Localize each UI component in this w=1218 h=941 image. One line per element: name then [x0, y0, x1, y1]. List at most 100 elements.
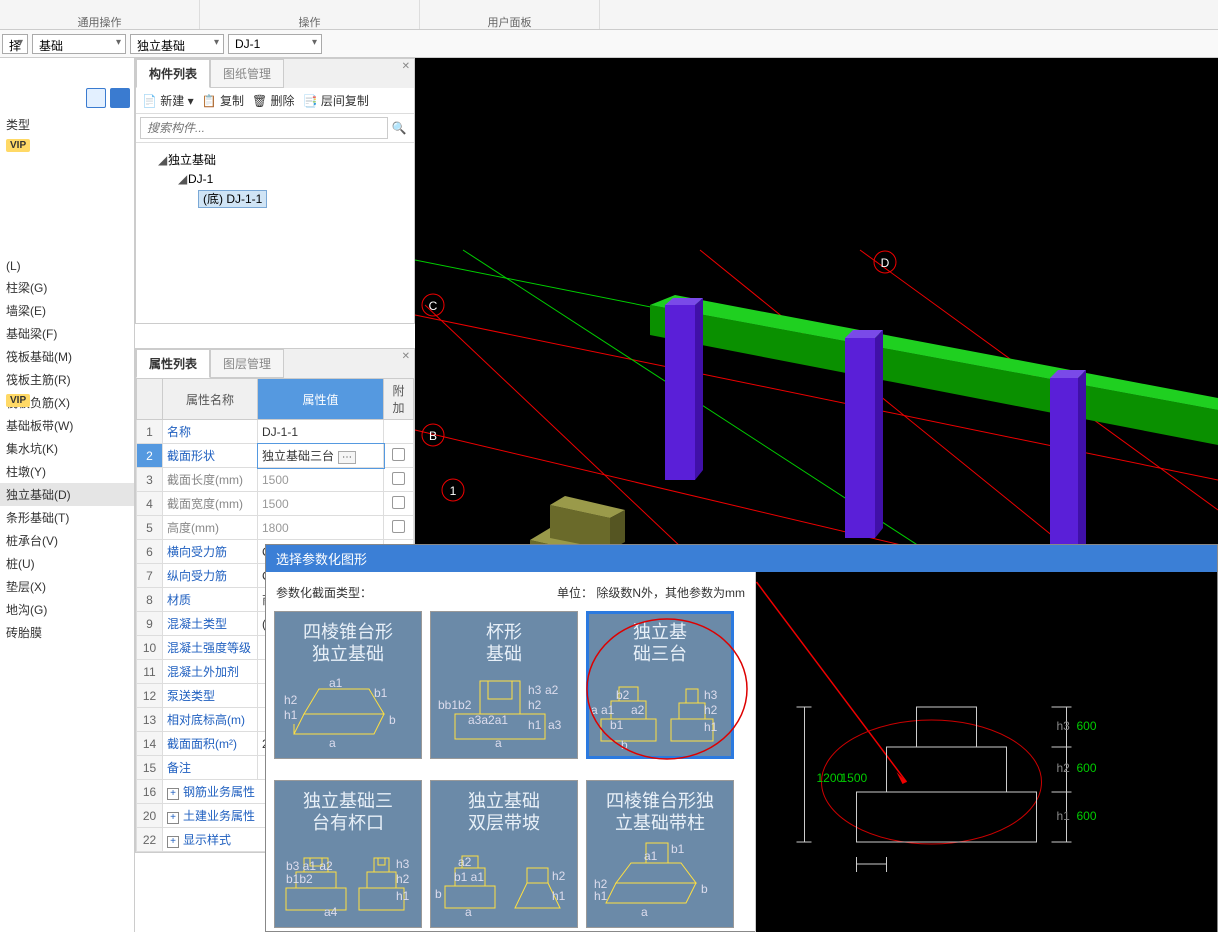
- svg-text:D: D: [881, 256, 890, 270]
- shape-selector-dialog: 选择参数化图形 参数化截面类型： 单位： 除级数N外，其他参数为mm 四棱锥台形…: [265, 544, 1218, 932]
- property-row[interactable]: 2截面形状独立基础三台⋯: [137, 444, 414, 468]
- nav-item[interactable]: 独立基础(D): [0, 483, 134, 506]
- svg-text:a: a: [465, 905, 472, 918]
- left-sidebar: 类型 VIP (L)柱梁(G)墙梁(E)基础梁(F)筏板基础(M)筏板主筋(R)…: [0, 58, 135, 932]
- unit-note: 单位： 除级数N外，其他参数为mm: [557, 584, 745, 601]
- svg-text:a a1: a a1: [591, 703, 615, 717]
- copy-button[interactable]: 📋 复制: [202, 92, 244, 109]
- svg-text:a1: a1: [644, 849, 658, 863]
- delete-button[interactable]: 🗑 删除: [252, 92, 295, 109]
- svg-text:a1: a1: [329, 676, 343, 690]
- svg-text:h2: h2: [552, 869, 566, 883]
- shape-type-label: 参数化截面类型：: [276, 584, 372, 601]
- nav-item[interactable]: (L): [0, 256, 134, 276]
- svg-text:b1 a1: b1 a1: [454, 870, 484, 884]
- nav-item[interactable]: 墙梁(E): [0, 299, 134, 322]
- panel-close-icon[interactable]: ✕: [402, 61, 410, 72]
- search-icon[interactable]: 🔍: [388, 117, 410, 139]
- combo-instance[interactable]: DJ-1: [228, 34, 322, 54]
- svg-text:b2: b2: [616, 688, 630, 702]
- nav-item[interactable]: 砖胎膜: [0, 621, 134, 644]
- col-extra: 附加: [384, 379, 414, 420]
- svg-text:1500: 1500: [841, 771, 868, 785]
- svg-text:h1: h1: [704, 720, 718, 734]
- svg-text:h3: h3: [704, 688, 718, 702]
- svg-text:b3 a1 a2: b3 a1 a2: [286, 859, 333, 873]
- combo-select[interactable]: 择: [2, 34, 28, 54]
- shape-option[interactable]: 四棱锥台形独立基础h1h2aba1b1: [274, 611, 422, 759]
- floor-copy-button[interactable]: 📑 层间复制: [303, 92, 369, 109]
- tree-dj1[interactable]: ◢DJ-1: [140, 170, 410, 188]
- component-panel: 构件列表 图纸管理 ✕ 📄 新建 ▾ 📋 复制 🗑 删除 📑 层间复制 🔍 ◢独…: [135, 58, 415, 324]
- nav-item[interactable]: 筏板基础(M): [0, 345, 134, 368]
- svg-text:b: b: [435, 887, 442, 901]
- shape-option[interactable]: 四棱锥台形独立基础带柱h2h1abb1a1: [586, 780, 734, 928]
- tab-component-list[interactable]: 构件列表: [136, 59, 210, 88]
- ribbon: 通用操作 操作 用户面板: [0, 0, 1218, 30]
- search-input[interactable]: [140, 117, 388, 139]
- nav-list: (L)柱梁(G)墙梁(E)基础梁(F)筏板基础(M)筏板主筋(R)筏板负筋(X)…: [0, 254, 134, 646]
- svg-text:h1: h1: [552, 889, 566, 903]
- svg-text:h3: h3: [1057, 719, 1071, 733]
- shape-option[interactable]: 独立基础三台有杯口b3 a1 a2b1b2a4h3h2h1: [274, 780, 422, 928]
- property-row[interactable]: 5高度(mm)1800: [137, 516, 414, 540]
- svg-text:h1: h1: [396, 889, 410, 903]
- combo-type[interactable]: 独立基础: [130, 34, 224, 54]
- svg-text:h3: h3: [528, 683, 542, 697]
- list-view-icon[interactable]: [86, 88, 106, 108]
- svg-text:a2: a2: [631, 703, 645, 717]
- svg-text:h2: h2: [396, 872, 410, 886]
- nav-item[interactable]: 桩承台(V): [0, 529, 134, 552]
- svg-text:b: b: [621, 738, 628, 749]
- svg-text:600: 600: [1077, 761, 1097, 775]
- shape-option[interactable]: 独立基础双层带坡ba2b1 a1ah2h1: [430, 780, 578, 928]
- property-row[interactable]: 3截面长度(mm)1500: [137, 468, 414, 492]
- grid-view-icon[interactable]: [110, 88, 130, 108]
- tab-layer-mgmt[interactable]: 图层管理: [210, 349, 284, 378]
- svg-text:a: a: [641, 905, 648, 918]
- vip-badge: VIP: [6, 139, 30, 152]
- property-row[interactable]: 1名称DJ-1-1: [137, 420, 414, 444]
- vip-badge-2: VIP: [6, 394, 30, 407]
- nav-item[interactable]: 基础板带(W): [0, 414, 134, 437]
- nav-item[interactable]: 地沟(G): [0, 598, 134, 621]
- shape-grid: 四棱锥台形独立基础h1h2aba1b1杯形基础bb1b2a3a2a1h3h2h1…: [274, 611, 747, 941]
- svg-text:b: b: [701, 882, 708, 896]
- dialog-title: 选择参数化图形: [266, 545, 1217, 572]
- svg-text:h3: h3: [396, 857, 410, 871]
- shape-option[interactable]: 杯形基础bb1b2a3a2a1h3h2h1a2a3a: [430, 611, 578, 759]
- nav-item[interactable]: 基础梁(F): [0, 322, 134, 345]
- svg-text:1200: 1200: [817, 771, 844, 785]
- new-button[interactable]: 📄 新建 ▾: [142, 92, 194, 109]
- nav-item[interactable]: 集水坑(K): [0, 437, 134, 460]
- nav-item[interactable]: 筏板主筋(R): [0, 368, 134, 391]
- combo-category[interactable]: 基础: [32, 34, 126, 54]
- svg-text:C: C: [429, 299, 438, 313]
- svg-text:600: 600: [1077, 809, 1097, 823]
- tab-drawing-mgmt[interactable]: 图纸管理: [210, 59, 284, 88]
- svg-text:b1: b1: [374, 686, 388, 700]
- svg-text:h2: h2: [528, 698, 542, 712]
- context-toolbar: 择 基础 独立基础 DJ-1: [0, 30, 1218, 58]
- nav-item[interactable]: 柱梁(G): [0, 276, 134, 299]
- svg-text:h2: h2: [1057, 761, 1071, 775]
- ribbon-group-user: 用户面板: [488, 14, 532, 30]
- svg-text:h2: h2: [704, 703, 718, 717]
- shape-option[interactable]: 独立基础三台a a1b2a2b1bh3h2h1: [586, 611, 734, 759]
- property-row[interactable]: 4截面宽度(mm)1500: [137, 492, 414, 516]
- tree-root[interactable]: ◢独立基础: [140, 149, 410, 170]
- svg-text:b1: b1: [610, 718, 624, 732]
- svg-text:b: b: [389, 713, 396, 727]
- nav-item[interactable]: 桩(U): [0, 552, 134, 575]
- nav-item[interactable]: 条形基础(T): [0, 506, 134, 529]
- tab-property-list[interactable]: 属性列表: [136, 349, 210, 378]
- tree-dj1-1[interactable]: (底) DJ-1-1: [140, 188, 410, 209]
- component-tree: ◢独立基础 ◢DJ-1 (底) DJ-1-1: [136, 143, 414, 323]
- svg-text:b1: b1: [671, 842, 685, 856]
- svg-text:bb1b2: bb1b2: [438, 698, 472, 712]
- nav-item[interactable]: 柱墩(Y): [0, 460, 134, 483]
- prop-close-icon[interactable]: ✕: [402, 351, 410, 362]
- nav-item[interactable]: 垫层(X): [0, 575, 134, 598]
- svg-text:b1b2: b1b2: [286, 872, 313, 886]
- svg-text:a: a: [329, 736, 336, 749]
